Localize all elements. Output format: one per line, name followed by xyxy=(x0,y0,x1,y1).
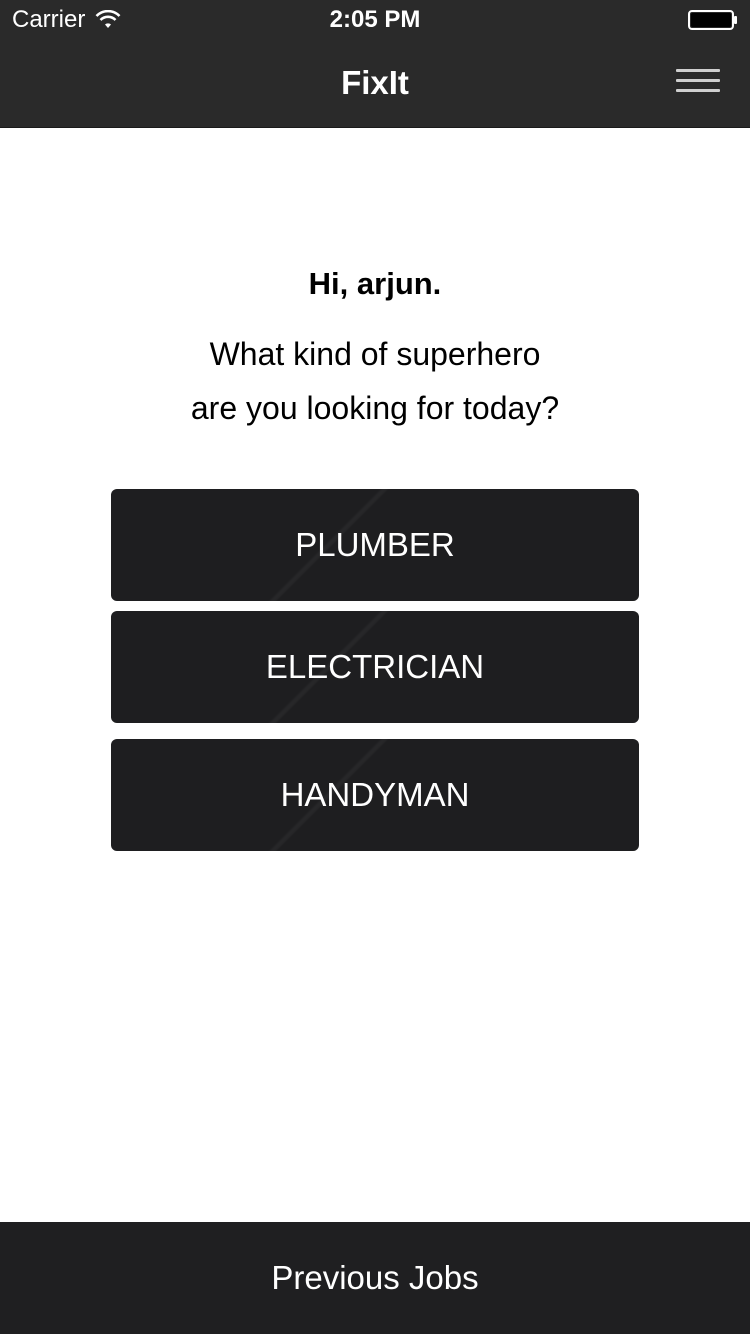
prompt-line-1: What kind of superhero xyxy=(209,336,541,372)
hamburger-menu-icon[interactable] xyxy=(674,66,722,98)
menu-bar-line xyxy=(676,89,720,92)
app-title: FixIt xyxy=(341,64,409,101)
status-bar: Carrier 2:05 PM xyxy=(0,0,750,40)
battery-icon xyxy=(688,10,737,30)
electrician-button-label: ELECTRICIAN xyxy=(265,648,485,685)
handyman-button-label: HANDYMAN xyxy=(280,776,470,813)
status-time: 2:05 PM xyxy=(329,6,421,33)
prompt-line-2: are you looking for today? xyxy=(190,390,560,426)
top-bar: Carrier 2:05 PM FixIt xyxy=(0,0,750,128)
greeting-text: Hi, arjun. xyxy=(308,266,442,301)
plumber-button[interactable]: PLUMBER xyxy=(111,489,639,601)
previous-jobs-button[interactable]: Previous Jobs xyxy=(0,1222,750,1334)
previous-jobs-label: Previous Jobs xyxy=(271,1259,479,1296)
handyman-button[interactable]: HANDYMAN xyxy=(111,739,639,851)
menu-bar-line xyxy=(676,69,720,72)
electrician-button[interactable]: ELECTRICIAN xyxy=(111,611,639,723)
plumber-button-label: PLUMBER xyxy=(295,526,455,563)
menu-bar-line xyxy=(676,79,720,82)
navigation-bar: FixIt xyxy=(0,40,750,128)
